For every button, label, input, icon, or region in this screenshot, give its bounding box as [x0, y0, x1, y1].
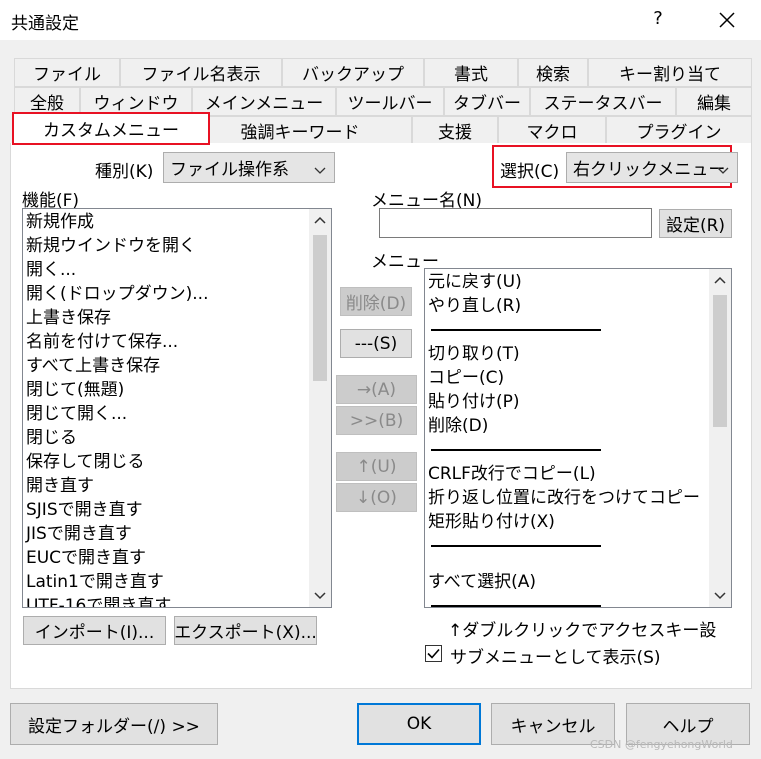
list-item[interactable]: 矩形貼り付け(X) — [425, 510, 709, 534]
list-item[interactable]: Latin1で開き直す — [23, 570, 309, 594]
check-icon — [427, 648, 440, 659]
scroll-up-icon[interactable] — [709, 269, 731, 291]
tab-macro[interactable]: マクロ — [498, 116, 606, 145]
selection-select[interactable]: 右クリックメニュー — [566, 152, 738, 183]
list-item[interactable]: 貼り付け(P) — [425, 390, 709, 414]
close-icon[interactable] — [712, 6, 742, 34]
selection-label: 選択(C) — [500, 162, 560, 182]
list-item[interactable]: 新規ウインドウを開く — [23, 234, 309, 258]
title-bar — [0, 0, 761, 40]
separator-button[interactable]: ---(S) — [340, 329, 412, 358]
category-label: 種別(K) — [95, 162, 154, 182]
menu-separator[interactable] — [425, 594, 709, 607]
list-item[interactable]: 開く... — [23, 258, 309, 282]
chevron-down-icon — [717, 161, 729, 181]
functions-scrollbar[interactable] — [309, 209, 331, 607]
chevron-down-icon — [314, 161, 326, 181]
list-item[interactable]: 閉じる — [23, 426, 309, 450]
ok-button[interactable]: OK — [357, 703, 481, 745]
tab-toolbar[interactable]: ツールバー — [336, 87, 444, 116]
scroll-thumb[interactable] — [713, 295, 727, 427]
tab-key-assign[interactable]: キー割り当て — [588, 58, 752, 87]
export-button[interactable]: エクスポート(X)... — [174, 616, 317, 645]
list-item[interactable]: UTF-16で開き直す — [23, 594, 309, 607]
list-item[interactable]: 上書き保存 — [23, 306, 309, 330]
tab-main-menu[interactable]: メインメニュー — [192, 87, 336, 116]
move-up-button[interactable]: ↑(U) — [336, 452, 417, 481]
submenu-checkbox[interactable] — [425, 645, 442, 662]
tab-format[interactable]: 書式 — [424, 58, 518, 87]
list-item[interactable]: コピー(C) — [425, 366, 709, 390]
tab-tabbar[interactable]: タブバー — [444, 87, 530, 116]
list-item[interactable]: JISで開き直す — [23, 522, 309, 546]
list-item[interactable]: 閉じて開く... — [23, 402, 309, 426]
tab-file-name-display[interactable]: ファイル名表示 — [120, 58, 282, 87]
menu-scrollbar[interactable] — [709, 269, 731, 607]
selection-value: 右クリックメニュー — [573, 160, 726, 180]
move-down-button[interactable]: ↓(O) — [336, 483, 417, 512]
menu-separator[interactable] — [425, 438, 709, 462]
help-icon[interactable]: ? — [648, 8, 668, 29]
list-item[interactable]: 名前を付けて保存... — [23, 330, 309, 354]
list-item[interactable]: EUCで開き直す — [23, 546, 309, 570]
tab-backup[interactable]: バックアップ — [282, 58, 424, 87]
list-item[interactable]: 開き直す — [23, 474, 309, 498]
scroll-down-icon[interactable] — [309, 585, 331, 607]
add-all-button[interactable]: >>(B) — [336, 406, 417, 435]
tab-file[interactable]: ファイル — [14, 58, 120, 87]
list-item[interactable]: 元に戻す(U) — [425, 270, 709, 294]
tab-highlight-keyword[interactable]: 強調キーワード — [188, 116, 412, 145]
settings-folder-button[interactable]: 設定フォルダー(/) >> — [10, 703, 218, 745]
category-value: ファイル操作系 — [170, 160, 289, 180]
menu-list[interactable]: 元に戻す(U) やり直し(R) 切り取り(T) コピー(C) 貼り付け(P) 削… — [424, 268, 732, 608]
tab-support[interactable]: 支援 — [412, 116, 498, 145]
list-item[interactable]: 新規作成 — [23, 210, 309, 234]
set-button[interactable]: 設定(R) — [659, 209, 732, 238]
submenu-checkbox-label[interactable]: サブメニューとして表示(S) — [450, 643, 661, 668]
import-button[interactable]: インポート(I)... — [23, 616, 166, 645]
list-item[interactable]: 折り返し位置に改行をつけてコピー — [425, 486, 709, 510]
list-item[interactable]: CRLF改行でコピー(L) — [425, 462, 709, 486]
delete-button[interactable]: 削除(D) — [340, 287, 412, 316]
add-button[interactable]: →(A) — [336, 375, 417, 404]
scroll-down-icon[interactable] — [709, 585, 731, 607]
window-title: 共通設定 — [11, 14, 79, 34]
category-select[interactable]: ファイル操作系 — [163, 152, 335, 183]
tab-search[interactable]: 検索 — [518, 58, 588, 87]
tab-custom-menu[interactable]: カスタムメニュー — [12, 112, 210, 145]
list-item[interactable] — [425, 558, 709, 570]
list-item[interactable]: 開く(ドロップダウン)... — [23, 282, 309, 306]
watermark: CSDN @fengyehongWorld — [590, 738, 733, 751]
menu-name-input[interactable] — [379, 208, 652, 238]
tab-statusbar[interactable]: ステータスバー — [530, 87, 676, 116]
list-item[interactable]: 保存して閉じる — [23, 450, 309, 474]
list-item[interactable]: すべて上書き保存 — [23, 354, 309, 378]
functions-list[interactable]: 新規作成 新規ウインドウを開く 開く... 開く(ドロップダウン)... 上書き… — [22, 208, 332, 608]
tab-plugin[interactable]: プラグイン — [606, 116, 752, 145]
list-item[interactable]: SJISで開き直す — [23, 498, 309, 522]
list-item[interactable]: すべて選択(A) — [425, 570, 709, 594]
menu-separator[interactable] — [425, 318, 709, 342]
list-item[interactable]: 切り取り(T) — [425, 342, 709, 366]
list-item[interactable]: 削除(D) — [425, 414, 709, 438]
access-key-hint: ↑ダブルクリックでアクセスキー設 — [448, 621, 717, 641]
list-item[interactable]: 閉じて(無題) — [23, 378, 309, 402]
list-item[interactable]: やり直し(R) — [425, 294, 709, 318]
menu-separator[interactable] — [425, 534, 709, 558]
scroll-thumb[interactable] — [313, 235, 327, 381]
scroll-up-icon[interactable] — [309, 209, 331, 231]
tab-edit[interactable]: 編集 — [676, 87, 752, 116]
